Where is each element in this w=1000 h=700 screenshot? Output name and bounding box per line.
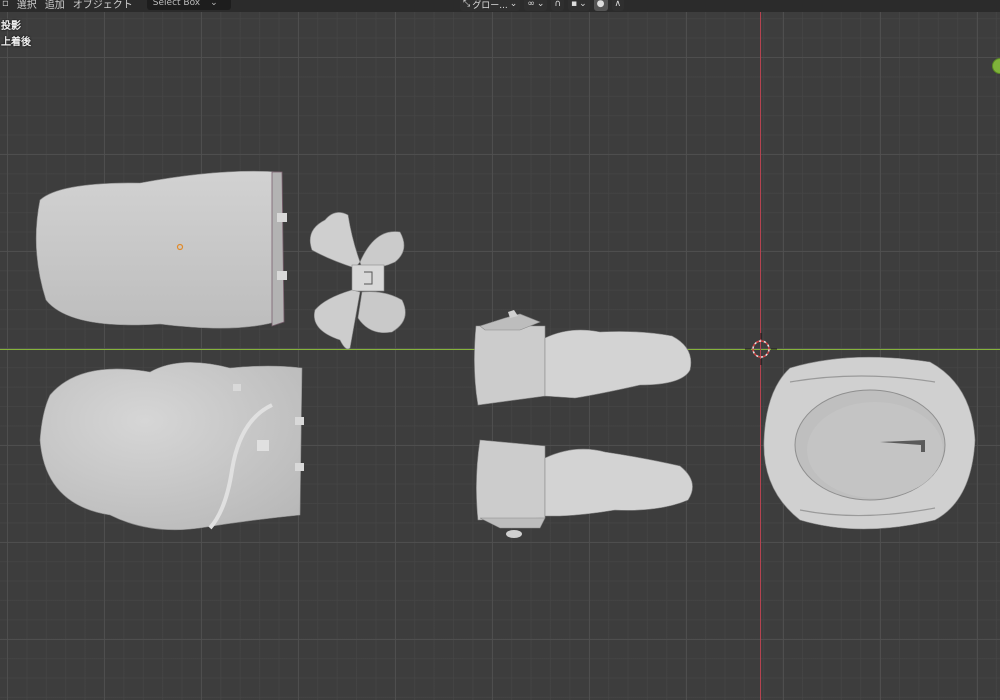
torso-front-mesh[interactable] (35, 170, 287, 329)
chevron-down-icon: ⌄ (579, 0, 587, 9)
scene-meshes[interactable] (0, 0, 1000, 700)
link-icon: ∞ (527, 0, 535, 9)
chevron-down-icon: ⌄ (210, 0, 218, 8)
hat-brim-mesh[interactable] (763, 356, 976, 530)
bow-mesh[interactable] (309, 212, 406, 350)
chevron-down-icon: ⌄ (509, 0, 518, 9)
3d-viewport[interactable]: 投影 上着後 (0, 0, 1000, 700)
magnet-icon: ∩ (554, 0, 561, 9)
snap-element-icon: ▪ (570, 0, 578, 9)
3d-cursor-icon[interactable] (745, 333, 777, 365)
proportional-icon: ● (596, 0, 605, 9)
falloff-dropdown[interactable]: ∧ (611, 0, 625, 11)
snap-target-dropdown[interactable]: ▪ ⌄ (567, 0, 590, 11)
proportional-editing-toggle[interactable]: ● (593, 0, 608, 11)
sleeve-lower-mesh[interactable] (476, 439, 693, 538)
sleeve-upper-mesh[interactable] (474, 310, 692, 406)
pivot-point-dropdown[interactable]: ∞ ⌄ (524, 0, 548, 11)
orientation-icon: ⤡ (463, 0, 471, 9)
select-mode-label: Select Box (152, 0, 201, 8)
falloff-curve-icon: ∧ (614, 0, 622, 9)
projection-label: 投影 (1, 21, 21, 32)
menu-add[interactable]: 追加 (45, 0, 65, 11)
select-mode-dropdown[interactable]: Select Box ⌄ (146, 0, 231, 10)
editor-type-icon[interactable]: ▫ (2, 0, 9, 9)
view-name-label: 上着後 (1, 37, 31, 48)
viewport-header: ▫ 選択 追加 オブジェクト Select Box ⌄ ⤡ グロー... ⌄ ∞… (0, 0, 1000, 12)
snap-toggle[interactable]: ∩ (551, 0, 564, 11)
orientation-label: グロー... (472, 0, 508, 11)
menu-select[interactable]: 選択 (17, 0, 37, 11)
menu-object[interactable]: オブジェクト (73, 0, 133, 11)
chevron-down-icon: ⌄ (536, 0, 545, 9)
torso-back-mesh[interactable] (39, 362, 304, 531)
transform-orientation-dropdown[interactable]: ⤡ グロー... ⌄ (460, 0, 521, 11)
